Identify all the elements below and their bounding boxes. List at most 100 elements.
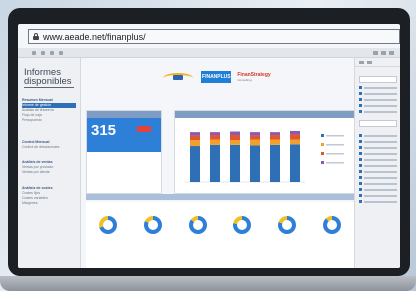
address-bar[interactable]: www.aeade.net/finanplus/: [28, 29, 400, 44]
close-icon[interactable]: [389, 50, 394, 55]
bar-segment[interactable]: [270, 144, 280, 182]
finanplus-logo: FINANPLUS: [201, 71, 232, 83]
checkbox-icon[interactable]: [359, 200, 362, 203]
checkbox-icon[interactable]: [359, 170, 362, 173]
filter-option[interactable]: [359, 98, 397, 101]
legend-swatch: [321, 161, 324, 164]
kpi-card[interactable]: 315: [86, 110, 162, 194]
checkbox-icon[interactable]: [359, 134, 362, 137]
home-icon[interactable]: [50, 50, 54, 55]
bar-segment[interactable]: [270, 135, 280, 140]
bar-segment[interactable]: [270, 132, 280, 136]
checkbox-icon[interactable]: [359, 176, 362, 179]
sidebar-item[interactable]: Márgenes: [22, 201, 76, 206]
bar-segment[interactable]: [270, 139, 280, 145]
filter-option[interactable]: [359, 158, 397, 161]
bar-segment[interactable]: [190, 146, 200, 182]
filter-option-label: [364, 182, 397, 185]
sidebar-title-divider: [24, 87, 74, 88]
filter-option[interactable]: [359, 188, 397, 191]
checkbox-icon[interactable]: [359, 86, 362, 89]
filter-option[interactable]: [359, 134, 397, 137]
filter-option-label: [364, 188, 397, 191]
donut-gauge[interactable]: [278, 216, 296, 234]
filter-dropdown[interactable]: [359, 120, 397, 127]
donut-gauge[interactable]: [144, 216, 162, 234]
bar-segment[interactable]: [210, 135, 220, 140]
filter-icon[interactable]: [359, 60, 364, 64]
filter-option-label: [364, 110, 397, 113]
checkbox-icon[interactable]: [359, 104, 362, 107]
sidebar-item[interactable]: Ventas por cliente: [22, 170, 76, 175]
back-icon[interactable]: [32, 50, 36, 55]
bar-segment[interactable]: [290, 130, 300, 135]
checkbox-icon[interactable]: [359, 158, 362, 161]
bar-segment[interactable]: [230, 135, 240, 141]
donut-gauge[interactable]: [233, 216, 252, 234]
filter-option[interactable]: [359, 92, 397, 95]
filter-option[interactable]: [359, 152, 397, 155]
checkbox-icon[interactable]: [359, 146, 362, 149]
bar-segment[interactable]: [190, 140, 200, 147]
filter-option-label: [364, 164, 397, 167]
checkbox-icon[interactable]: [359, 164, 362, 167]
sidebar-item[interactable]: Presupuesto: [22, 118, 76, 123]
checkbox-icon[interactable]: [359, 110, 362, 113]
brand-header: FINANPLUS FinanStrategy Consulting: [82, 68, 350, 86]
checkbox-icon[interactable]: [359, 182, 362, 185]
forward-icon[interactable]: [41, 50, 45, 55]
bar-segment[interactable]: [250, 139, 260, 146]
filters-panel: [354, 58, 400, 268]
bar-segment[interactable]: [250, 135, 260, 140]
checkbox-icon[interactable]: [359, 194, 362, 197]
reports-sidebar: Resumen Mensual Informe de gestión Análisi…: [18, 58, 81, 268]
sidebar-group: Análisis de costes Costes fijos Costes var…: [22, 186, 76, 206]
bar-segment[interactable]: [190, 132, 200, 136]
filter-option[interactable]: [359, 200, 397, 203]
checkbox-icon[interactable]: [359, 92, 362, 95]
filter-option-label: [364, 158, 397, 161]
bar-segment[interactable]: [290, 139, 300, 145]
legend-label: [326, 144, 344, 146]
bar-segment[interactable]: [290, 144, 300, 182]
filter-option[interactable]: [359, 146, 397, 149]
legend-swatch: [321, 134, 324, 137]
donut-gauge[interactable]: [322, 216, 341, 234]
checkbox-icon[interactable]: [359, 152, 362, 155]
filter-option[interactable]: [359, 182, 397, 185]
checkbox-icon[interactable]: [359, 188, 362, 191]
bar-segment[interactable]: [250, 132, 260, 136]
filter-option[interactable]: [359, 110, 397, 113]
bar-segment[interactable]: [250, 145, 260, 182]
refresh-icon[interactable]: [59, 50, 63, 55]
filter-option[interactable]: [359, 170, 397, 173]
bar-segment[interactable]: [190, 135, 200, 141]
filter-option[interactable]: [359, 176, 397, 179]
settings-icon[interactable]: [367, 60, 372, 64]
minimize-icon[interactable]: [373, 50, 378, 55]
checkbox-icon[interactable]: [359, 98, 362, 101]
finanstrategy-logo: FinanStrategy Consulting: [237, 72, 271, 82]
filter-option[interactable]: [359, 164, 397, 167]
donut-gauge[interactable]: [99, 216, 118, 234]
bar-segment[interactable]: [230, 144, 240, 182]
donut-charts-row: [86, 202, 354, 268]
maximize-icon[interactable]: [381, 50, 386, 55]
filter-option[interactable]: [359, 86, 397, 89]
filter-option[interactable]: [359, 194, 397, 197]
bar-segment[interactable]: [290, 134, 300, 140]
filter-dropdown[interactable]: [359, 76, 397, 83]
filter-option[interactable]: [359, 104, 397, 107]
filter-option-label: [364, 92, 397, 95]
bar-segment[interactable]: [230, 131, 240, 136]
sidebar-item[interactable]: Control de desviaciones: [22, 145, 76, 150]
browser-window: www.aeade.net/finanplus/ Resumen Mensual…: [18, 24, 400, 268]
bar-segment[interactable]: [210, 144, 220, 182]
bar-segment[interactable]: [210, 139, 220, 145]
filter-option[interactable]: [359, 140, 397, 143]
bar-segment[interactable]: [210, 132, 220, 136]
bar-segment[interactable]: [230, 140, 240, 145]
donut-gauge[interactable]: [188, 216, 207, 234]
checkbox-icon[interactable]: [359, 140, 362, 143]
legend-label: [326, 153, 344, 155]
